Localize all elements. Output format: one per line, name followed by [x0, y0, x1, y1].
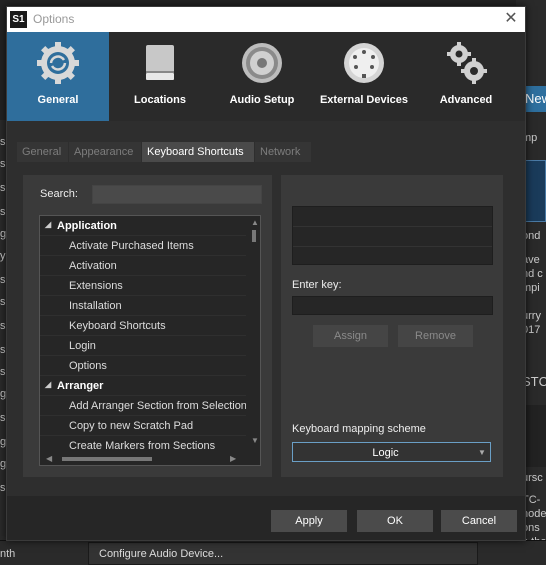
scroll-left-icon[interactable]: ◀ — [46, 454, 52, 463]
list-divider — [293, 226, 492, 227]
scroll-right-icon[interactable]: ▶ — [230, 454, 236, 463]
tree-item[interactable]: Extensions — [40, 276, 246, 296]
chevron-down-icon: ▼ — [478, 448, 486, 457]
commands-panel: Search: ◢ Application Activate Purchased… — [23, 175, 272, 477]
scroll-thumb[interactable] — [252, 230, 256, 242]
news-thumbnail[interactable] — [524, 160, 546, 222]
collapse-icon[interactable]: ◢ — [45, 380, 51, 389]
ok-button[interactable]: OK — [357, 510, 433, 532]
category-label: General — [37, 94, 79, 106]
list-divider — [293, 246, 492, 247]
category-bar: General Locations Audio Setup External D… — [7, 32, 525, 121]
options-content: General Appearance Keyboard Shortcuts Ne… — [7, 121, 525, 496]
assigned-keys-list[interactable] — [292, 206, 493, 265]
drive-icon — [146, 45, 174, 80]
category-locations[interactable]: Locations — [109, 32, 211, 121]
options-dialog: S1 Options ✕ General Locations Audio Set… — [6, 6, 526, 541]
window-title: Options — [33, 12, 75, 26]
remove-button[interactable]: Remove — [398, 325, 473, 347]
tree-item[interactable]: Add Arranger Section from Selection — [40, 396, 246, 416]
horizontal-scrollbar[interactable]: ◀ ▶ — [40, 452, 246, 465]
tree-item-label: Activate Purchased Items — [69, 240, 194, 252]
tab-appearance[interactable]: Appearance — [69, 142, 141, 162]
category-audio-setup[interactable]: Audio Setup — [211, 32, 313, 121]
speaker-icon — [242, 43, 282, 83]
tree-item[interactable]: Activation — [40, 256, 246, 276]
category-label: Advanced — [439, 94, 493, 106]
collapse-icon[interactable]: ◢ — [45, 220, 51, 229]
tree-item[interactable]: Keyboard Shortcuts — [40, 316, 246, 336]
tree-item-label: Add Arranger Section from Selection — [69, 400, 246, 412]
shortcut-editor-panel: Enter key: Assign Remove Keyboard mappin… — [281, 175, 503, 477]
configure-audio-device-label: Configure Audio Device... — [99, 548, 224, 560]
mapping-scheme-select[interactable]: Logic ▼ — [292, 442, 491, 462]
mapping-scheme-label: Keyboard mapping scheme — [292, 423, 426, 435]
category-advanced[interactable]: Advanced — [415, 32, 517, 121]
category-label: Locations — [134, 94, 186, 106]
tab-keyboard-shortcuts[interactable]: Keyboard Shortcuts — [142, 142, 254, 162]
enter-key-label: Enter key: — [292, 279, 342, 291]
tree-group-label: Arranger — [57, 380, 104, 392]
search-label: Search: — [40, 188, 78, 200]
tree-item[interactable]: Options — [40, 356, 246, 376]
enter-key-input[interactable] — [292, 296, 493, 315]
scroll-down-icon[interactable]: ▼ — [251, 436, 259, 445]
tree-item-label: Keyboard Shortcuts — [69, 320, 166, 332]
scroll-up-icon[interactable]: ▲ — [251, 218, 259, 227]
category-external-devices[interactable]: External Devices — [313, 32, 415, 121]
tree-group-label: Application — [57, 220, 117, 232]
app-icon: S1 — [10, 11, 27, 28]
tab-network[interactable]: Network — [255, 142, 311, 162]
tree-item-label: Activation — [69, 260, 117, 272]
category-label: Audio Setup — [229, 94, 295, 106]
apply-button[interactable]: Apply — [271, 510, 347, 532]
search-input[interactable] — [92, 185, 262, 204]
tree-item-label: Create Markers from Sections — [69, 440, 216, 452]
category-general[interactable]: General — [7, 32, 109, 121]
configure-audio-device-button[interactable]: Configure Audio Device... — [88, 542, 478, 565]
tree-item[interactable]: Activate Purchased Items — [40, 236, 246, 256]
tree-group-application[interactable]: ◢ Application — [40, 216, 246, 236]
tree-item[interactable]: Login — [40, 336, 246, 356]
tree-item-label: Installation — [69, 300, 122, 312]
tree-item-label: Options — [69, 360, 107, 372]
midi-connector-icon — [344, 43, 384, 83]
title-bar[interactable]: S1 Options ✕ — [7, 7, 525, 32]
command-tree[interactable]: ◢ Application Activate Purchased Items A… — [39, 215, 261, 466]
assign-button[interactable]: Assign — [313, 325, 388, 347]
tree-item-label: Login — [69, 340, 96, 352]
mapping-scheme-value: Logic — [372, 447, 399, 459]
vertical-scrollbar[interactable]: ▲ ▼ — [248, 216, 260, 452]
tree-item[interactable]: Copy to new Scratch Pad — [40, 416, 246, 436]
gears-icon — [447, 42, 487, 84]
tab-general[interactable]: General — [17, 142, 68, 162]
cancel-button[interactable]: Cancel — [441, 510, 517, 532]
close-icon[interactable]: ✕ — [501, 9, 521, 29]
background-bottom-text: nth — [0, 548, 16, 560]
scroll-thumb[interactable] — [62, 457, 152, 461]
category-label: External Devices — [319, 94, 409, 106]
tree-item-label: Copy to new Scratch Pad — [69, 420, 194, 432]
tree-item[interactable]: Installation — [40, 296, 246, 316]
tree-item-label: Extensions — [69, 280, 123, 292]
gear-refresh-icon — [37, 42, 79, 84]
dialog-footer: Apply OK Cancel — [7, 496, 525, 540]
tree-group-arranger[interactable]: ◢ Arranger — [40, 376, 246, 396]
